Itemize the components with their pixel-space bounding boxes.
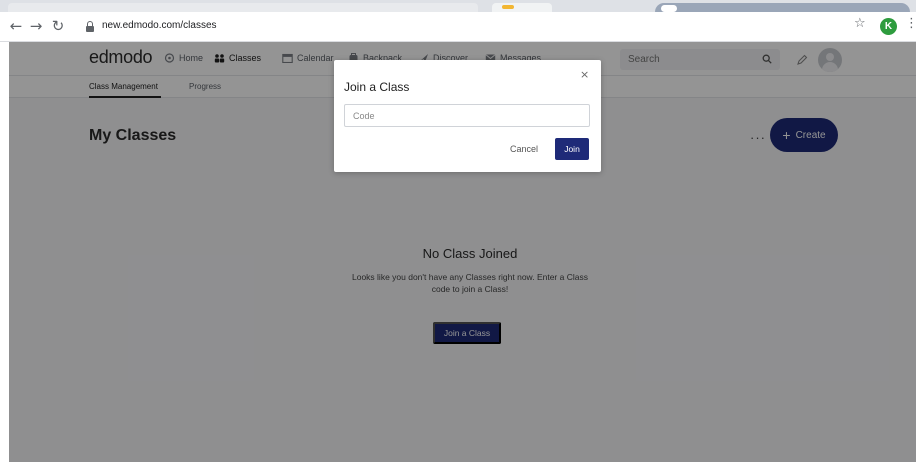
close-icon[interactable]: ×: [580, 68, 589, 81]
lock-icon: [86, 21, 94, 32]
browser-tabstrip: [0, 0, 916, 12]
window-edge: [0, 462, 916, 475]
browser-tab[interactable]: [655, 3, 910, 12]
browser-tab[interactable]: [492, 3, 552, 12]
kebab-menu-icon[interactable]: ⋮: [905, 16, 916, 31]
window-edge: [0, 42, 9, 475]
back-arrow-icon[interactable]: ←: [6, 16, 26, 36]
class-code-input[interactable]: [344, 104, 590, 127]
profile-avatar[interactable]: K: [880, 18, 897, 35]
star-icon[interactable]: ☆: [854, 16, 866, 31]
forward-arrow-icon[interactable]: →: [26, 16, 46, 36]
reload-icon[interactable]: ↻: [48, 16, 68, 36]
join-class-dialog: Join a Class × Cancel Join: [334, 60, 601, 172]
browser-toolbar: ← → ↻ new.edmodo.com/classes ☆ K ⋮: [0, 12, 916, 42]
url-text[interactable]: new.edmodo.com/classes: [102, 20, 217, 31]
dialog-title: Join a Class: [344, 80, 410, 94]
cancel-button[interactable]: Cancel: [510, 144, 538, 154]
browser-tab[interactable]: [8, 3, 478, 12]
address-bar[interactable]: new.edmodo.com/classes: [86, 16, 846, 38]
join-button[interactable]: Join: [555, 138, 589, 160]
